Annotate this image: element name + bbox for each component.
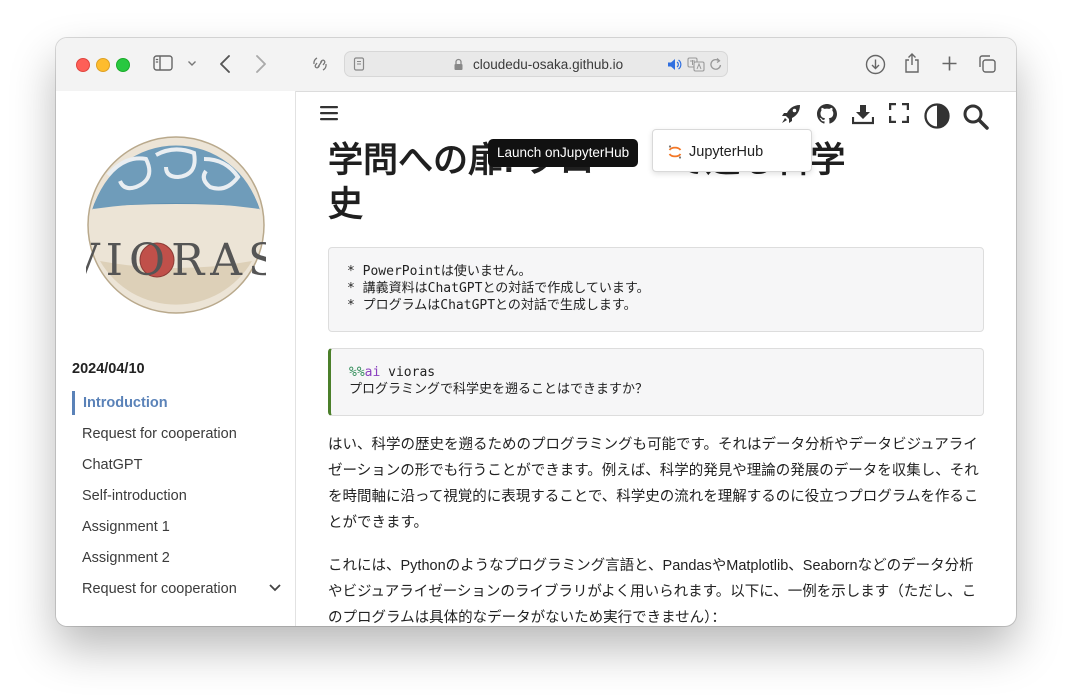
jupyterhub-icon [668, 145, 682, 159]
sidebar-item-request-for-cooperation-2[interactable]: Request for cooperation [72, 577, 282, 601]
code-block-notes: * PowerPointは使いません。 * 講義資料はChatGPTとの対話で作… [328, 247, 984, 332]
sidebar-item-assignment-1[interactable]: Assignment 1 [72, 515, 282, 539]
reload-icon[interactable] [709, 57, 723, 72]
forward-arrow-icon[interactable] [255, 54, 267, 74]
expand-chevron-icon[interactable] [268, 583, 282, 593]
rocket-icon[interactable] [780, 103, 802, 125]
lock-icon [454, 58, 463, 70]
link-icon[interactable] [310, 55, 330, 73]
zoom-window-button[interactable] [116, 58, 130, 72]
main-content: 学問への扉: プロで遡る科学史 * PowerPointは使いません。 * 講義… [296, 91, 1016, 626]
search-icon[interactable] [962, 103, 989, 130]
code-line: * PowerPointは使いません。 [347, 264, 532, 279]
code-line: %%ai vioras [349, 364, 965, 381]
sidebar-item-label: Request for cooperation [82, 581, 237, 597]
fullscreen-icon[interactable] [889, 103, 909, 123]
page-title-start: 学問への扉 [328, 141, 504, 180]
code-line: * 講義資料はChatGPTとの対話で作成しています。 [347, 281, 650, 296]
answer-paragraph-2: これには、Pythonのようなプログラミング言語と、PandasやMatplot… [328, 558, 977, 626]
code-line: プログラミングで科学史を遡ることはできますか？ [349, 382, 649, 397]
address-bar[interactable]: cloudedu-osaka.github.io [344, 51, 728, 77]
page-icon[interactable] [353, 57, 365, 71]
dropdown-item-jupyterhub[interactable]: JupyterHub [689, 144, 763, 160]
code-block-ai-prompt: %%ai vioras プログラミングで科学史を遡ることはできますか？ [328, 348, 984, 416]
downloads-icon[interactable] [865, 54, 886, 75]
logo-text: VIORAS [86, 235, 266, 286]
new-tab-icon[interactable] [941, 55, 958, 72]
download-icon[interactable] [852, 103, 874, 125]
minimize-window-button[interactable] [96, 58, 110, 72]
sidebar-item-introduction[interactable]: Introduction [72, 391, 282, 415]
sidebar-toggle-icon[interactable] [153, 55, 173, 71]
back-arrow-icon[interactable] [219, 54, 231, 74]
sidebar-item-assignment-2[interactable]: Assignment 2 [72, 546, 282, 570]
vioras-logo: VIORAS [86, 136, 266, 314]
github-icon[interactable] [816, 103, 838, 125]
launch-tooltip: Launch onJupyterHub [488, 139, 639, 167]
speaker-icon[interactable] [667, 58, 682, 71]
code-line: * プログラムはChatGPTとの対話で生成します。 [347, 298, 637, 313]
tab-overview-icon[interactable] [977, 54, 997, 74]
magic-keyword: ai [364, 365, 381, 380]
close-window-button[interactable] [76, 58, 90, 72]
browser-window: cloudedu-osaka.github.io IORA 2024/04/10… [56, 38, 1016, 626]
chevron-down-icon[interactable] [187, 60, 197, 67]
magic-prefix: %% [349, 365, 365, 380]
translate-icon[interactable] [687, 57, 705, 72]
share-icon[interactable] [903, 52, 921, 74]
sidebar-item-chatgpt[interactable]: ChatGPT [72, 453, 282, 477]
sidebar-item-request-for-cooperation[interactable]: Request for cooperation [72, 422, 282, 446]
sidebar: VIORAS 2024/04/10 Introduction Request f… [56, 91, 296, 626]
page-title-line2: 史 [328, 184, 364, 224]
browser-toolbar: cloudedu-osaka.github.io [56, 38, 1016, 92]
launch-dropdown: JupyterHub [652, 129, 812, 172]
menu-icon[interactable] [320, 105, 338, 121]
sidebar-date: 2024/04/10 [72, 361, 145, 377]
theme-toggle-icon[interactable] [924, 103, 950, 129]
answer-paragraph-1: はい、科学の歴史を遡るためのプログラミングも可能です。それはデータ分析やデータビ… [328, 437, 979, 531]
magic-arg: vioras [380, 365, 436, 380]
url-text[interactable]: cloudedu-osaka.github.io [473, 57, 623, 72]
sidebar-item-self-introduction[interactable]: Self-introduction [72, 484, 282, 508]
